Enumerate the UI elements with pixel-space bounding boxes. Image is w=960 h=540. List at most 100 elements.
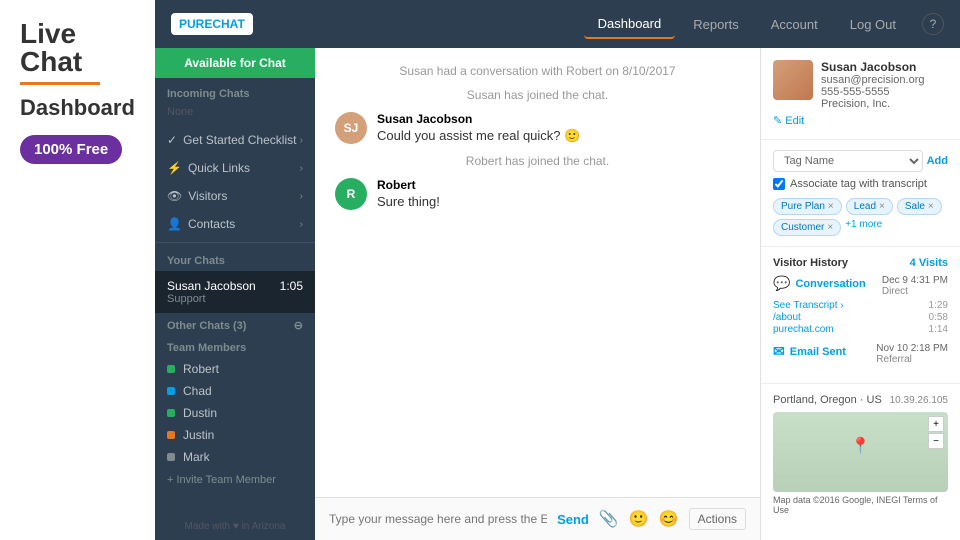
team-member-name: Dustin — [183, 406, 217, 420]
send-button[interactable]: Send — [557, 512, 589, 527]
smiley-icon[interactable]: 😊 — [659, 509, 679, 529]
team-member-robert[interactable]: Robert — [155, 358, 315, 380]
your-chats-label: Your Chats — [155, 247, 315, 271]
map-pin-icon: 📍 — [851, 436, 871, 456]
nav-dashboard[interactable]: Dashboard — [584, 10, 676, 39]
tag-sale: Sale × — [897, 198, 942, 215]
location-title: Portland, Oregon · US — [773, 394, 882, 406]
purechat-link[interactable]: purechat.com — [773, 324, 834, 335]
menu-get-started-label: Get Started Checklist — [183, 133, 296, 147]
team-member-justin[interactable]: Justin — [155, 424, 315, 446]
team-member-chad[interactable]: Chad — [155, 380, 315, 402]
help-button[interactable]: ? — [922, 13, 944, 35]
avatar-susan: SJ — [335, 112, 367, 144]
history-sub: Direct — [882, 286, 948, 297]
system-message-2: Susan has joined the chat. — [335, 88, 740, 102]
active-chat-item[interactable]: Susan Jacobson 1:05 Support — [155, 271, 315, 313]
map-placeholder: 📍 + − — [773, 412, 948, 492]
dashboard-title: Dashboard — [20, 95, 135, 121]
nav-reports[interactable]: Reports — [679, 11, 753, 38]
active-chat-name: Susan Jacobson — [167, 279, 256, 293]
tag-customer: Customer × — [773, 219, 841, 236]
zoom-in-button[interactable]: + — [928, 416, 944, 432]
status-dot — [167, 453, 175, 461]
nav-links: Dashboard Reports Account Log Out ? — [584, 10, 944, 39]
tag-pure-plan: Pure Plan × — [773, 198, 842, 215]
visitor-history-title: Visitor History — [773, 257, 848, 269]
visitor-history-count: 4 Visits — [910, 257, 948, 269]
contact-phone: 555-555-5555 — [821, 86, 925, 98]
tag-add-button[interactable]: Add — [927, 155, 948, 167]
menu-get-started[interactable]: ✓ Get Started Checklist › — [155, 126, 315, 154]
sidebar: Available for Chat Incoming Chats None ✓… — [155, 48, 315, 540]
see-transcript-link[interactable]: See Transcript › — [773, 300, 844, 311]
visitor-history: Visitor History 4 Visits 💬 Conversation … — [761, 247, 960, 384]
map-footer: Map data ©2016 Google, INEGI Terms of Us… — [773, 495, 948, 515]
tag-remove-icon[interactable]: × — [928, 201, 934, 212]
chat-input-bar: Send 📎 🙂 😊 Actions — [315, 497, 760, 540]
available-status[interactable]: Available for Chat — [155, 48, 315, 78]
actions-button[interactable]: Actions — [689, 508, 746, 530]
live-chat-title: Live Chat — [20, 20, 135, 76]
avatar-robert: R — [335, 178, 367, 210]
history-type-label: Conversation — [795, 278, 865, 290]
attachment-icon[interactable]: 📎 — [599, 509, 619, 529]
tag-section: Tag Name Add Associate tag with transcri… — [761, 140, 960, 247]
logo: PURECHAT — [171, 13, 253, 35]
chevron-icon: › — [300, 191, 303, 202]
team-member-dustin[interactable]: Dustin — [155, 402, 315, 424]
tag-remove-icon[interactable]: × — [828, 201, 834, 212]
nav-logout[interactable]: Log Out — [836, 11, 910, 38]
about-link[interactable]: /about — [773, 312, 801, 323]
status-dot — [167, 365, 175, 373]
nav-account[interactable]: Account — [757, 11, 832, 38]
menu-quick-links[interactable]: ⚡ Quick Links › — [155, 154, 315, 182]
system-message-1: Susan had a conversation with Robert on … — [335, 64, 740, 78]
sender-name: Susan Jacobson — [377, 112, 580, 126]
message-text: Sure thing! — [377, 194, 440, 209]
zoom-out-button[interactable]: − — [928, 433, 944, 449]
message-text: Could you assist me real quick? 🙂 — [377, 128, 580, 144]
associate-checkbox[interactable] — [773, 178, 785, 190]
bubble-content-robert: Robert Sure thing! — [377, 178, 440, 209]
tags-list: Pure Plan × Lead × Sale × Customer — [773, 198, 948, 236]
incoming-none: None — [155, 104, 315, 126]
other-chats-expand-icon[interactable]: ⊖ — [294, 319, 303, 332]
menu-visitors[interactable]: 👁 Visitors › — [155, 182, 315, 210]
visitors-icon: 👁 — [167, 189, 182, 203]
email-icon: ✉ — [773, 343, 785, 360]
chat-input[interactable] — [329, 512, 547, 526]
checklist-icon: ✓ — [167, 133, 177, 147]
location-section: Portland, Oregon · US 10.39.26.105 📍 + −… — [761, 384, 960, 525]
status-dot — [167, 387, 175, 395]
contact-edit-link[interactable]: ✎ Edit — [773, 114, 948, 127]
tag-select[interactable]: Tag Name — [773, 150, 923, 172]
more-tags-link[interactable]: +1 more — [845, 219, 882, 236]
sidebar-footer: Made with ♥ in Arizona — [155, 513, 315, 540]
invite-team-member-link[interactable]: + Invite Team Member — [155, 468, 315, 492]
team-members-label: Team Members — [155, 338, 315, 358]
contact-email: susan@precision.org — [821, 74, 925, 86]
associate-label: Associate tag with transcript — [790, 178, 927, 190]
chat-bubble-susan: SJ Susan Jacobson Could you assist me re… — [335, 112, 740, 144]
menu-visitors-label: Visitors — [188, 189, 227, 203]
free-badge: 100% Free — [20, 135, 122, 164]
emoji-icon[interactable]: 🙂 — [629, 509, 649, 529]
history-date: Dec 9 4:31 PM — [882, 275, 948, 286]
tag-remove-icon[interactable]: × — [827, 222, 833, 233]
menu-contacts-label: Contacts — [188, 217, 235, 231]
menu-contacts[interactable]: 👤 Contacts › — [155, 210, 315, 238]
active-chat-time: 1:05 — [280, 279, 303, 293]
team-member-mark[interactable]: Mark — [155, 446, 315, 468]
tag-remove-icon[interactable]: × — [879, 201, 885, 212]
history-link-row: See Transcript › 1:29 — [773, 300, 948, 311]
history-date: Nov 10 2:18 PM — [876, 343, 948, 354]
history-link-time: 0:58 — [929, 312, 948, 323]
divider — [155, 242, 315, 243]
team-member-name: Mark — [183, 450, 210, 464]
contact-info: Susan Jacobson susan@precision.org 555-5… — [821, 60, 925, 110]
system-message-3: Robert has joined the chat. — [335, 154, 740, 168]
contacts-icon: 👤 — [167, 217, 182, 231]
history-link-row: /about 0:58 — [773, 312, 948, 323]
chevron-icon: › — [300, 163, 303, 174]
